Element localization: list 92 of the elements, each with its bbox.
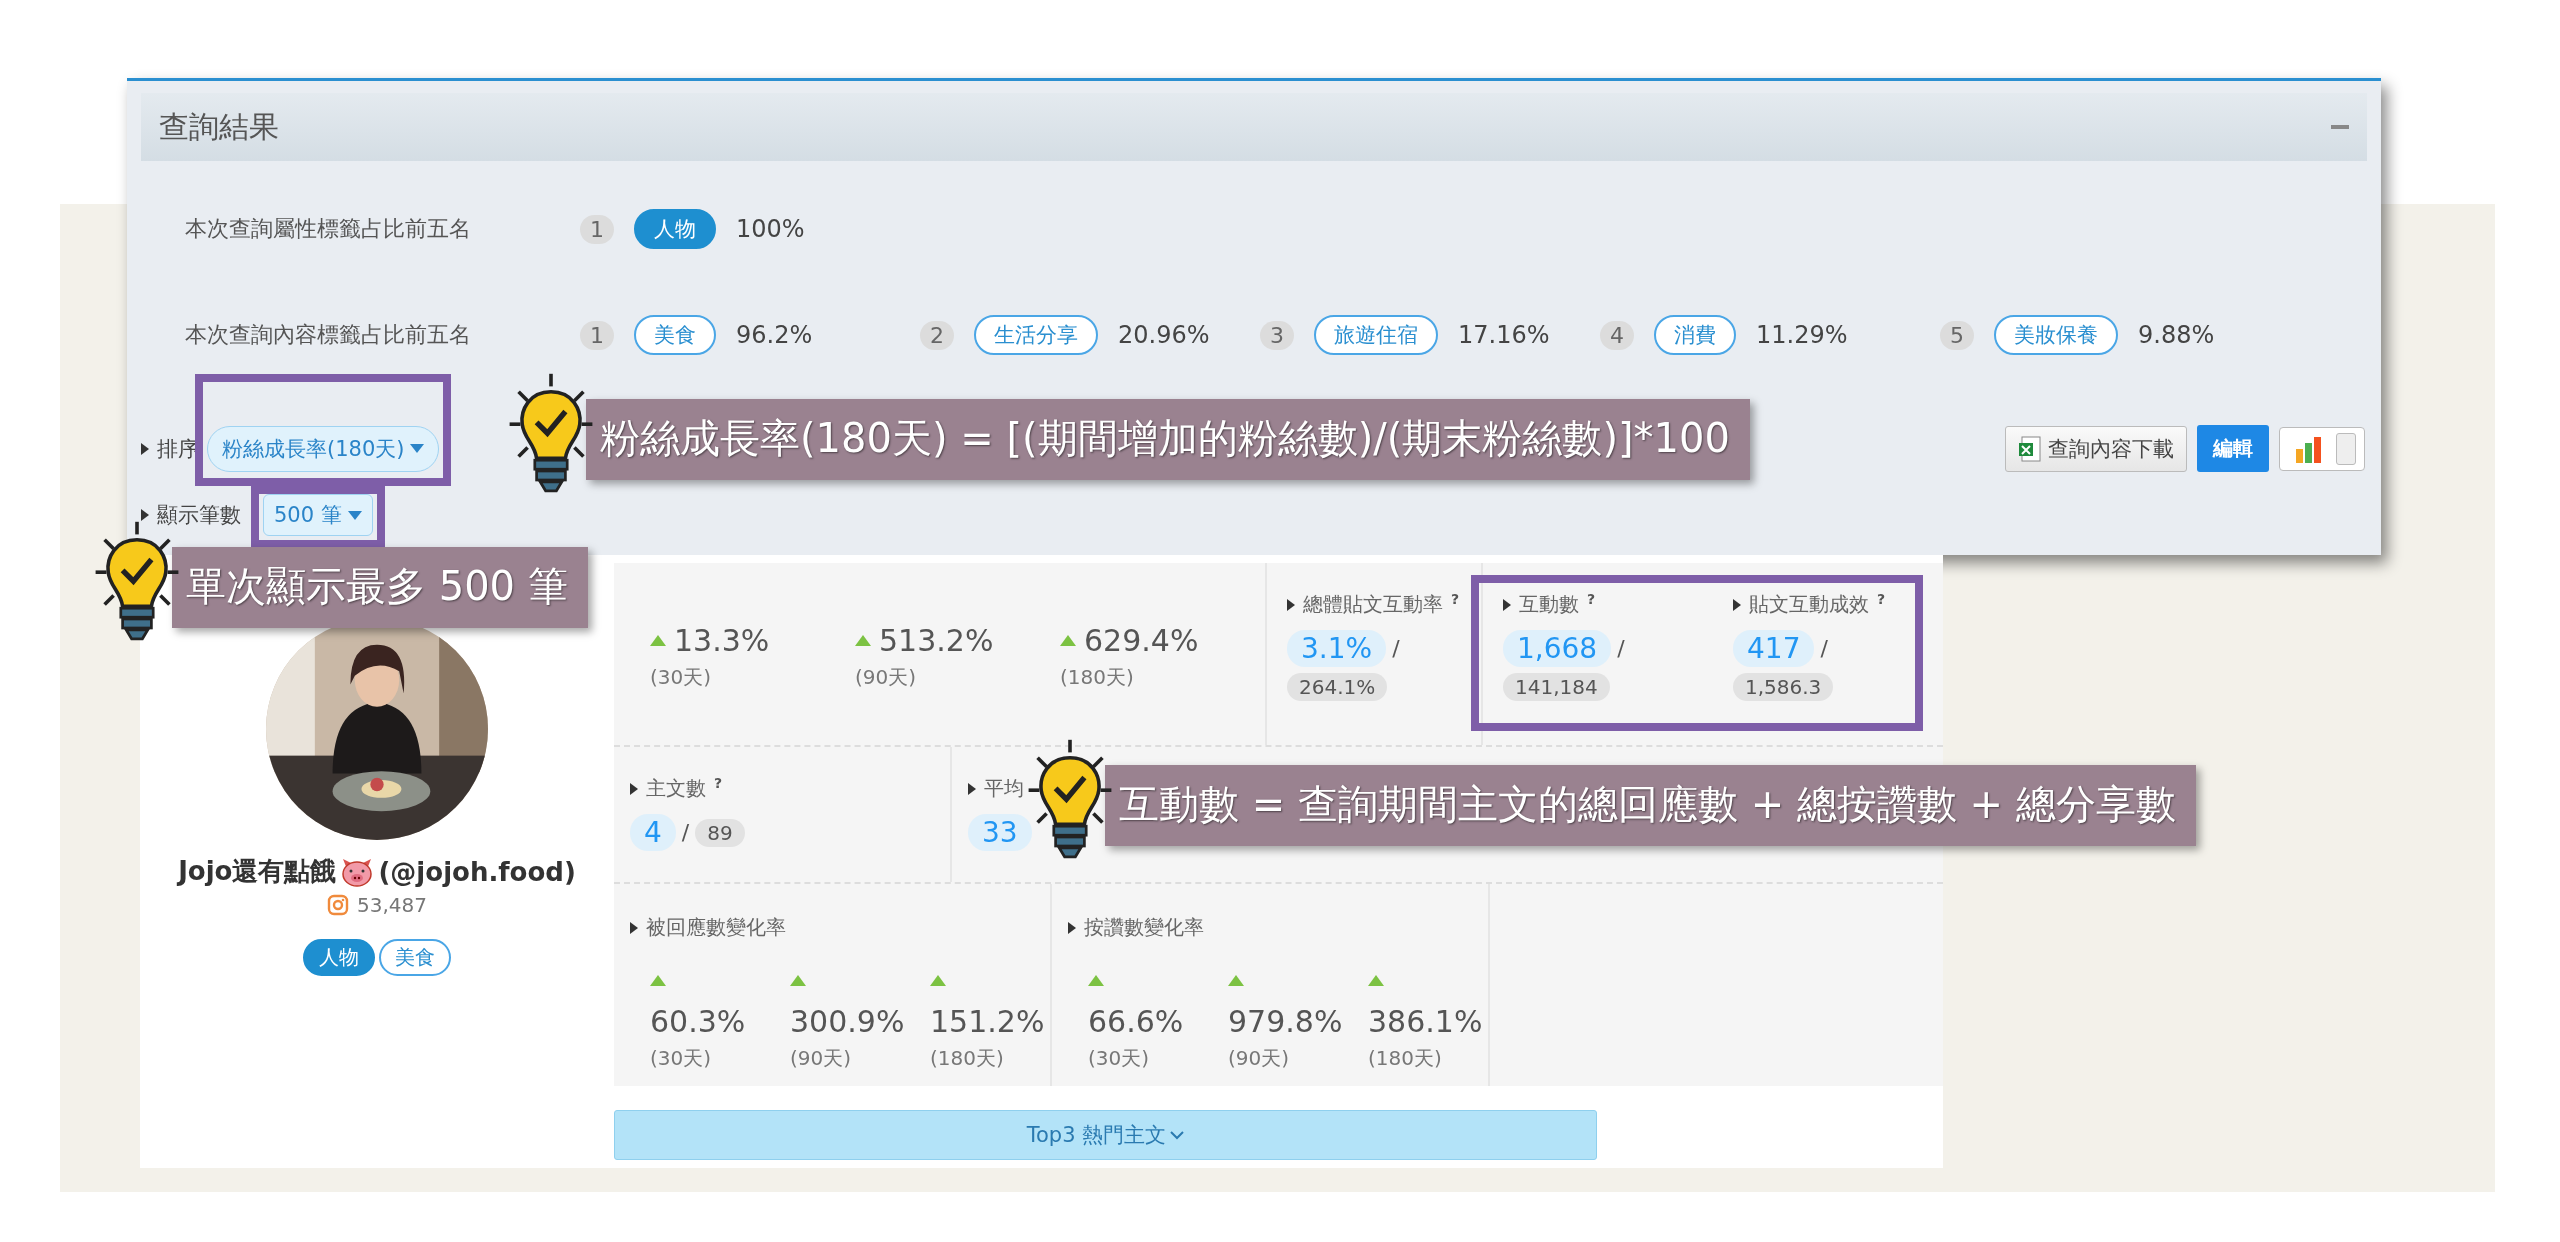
period-label: (30天) (1088, 1045, 1151, 1072)
slash: / (1820, 636, 1828, 661)
caret-icon (1503, 598, 1511, 611)
period-label: (30天) (650, 664, 713, 691)
growth-value: 629.4% (1084, 623, 1199, 658)
metric-label: 總體貼文互動率 (1303, 591, 1443, 618)
tag-chip: 生活分享 (974, 315, 1098, 355)
help-mark[interactable]: ? (1587, 591, 1596, 607)
rank-number: 2 (920, 320, 954, 350)
growth-value: 13.3% (674, 623, 770, 658)
caret-icon (347, 510, 362, 520)
share-percent: 20.96% (1118, 321, 1210, 349)
change-value: 151.2% (930, 1004, 1045, 1039)
chart-toggle[interactable] (2279, 426, 2365, 471)
metric-label: 互動數 (1519, 591, 1579, 618)
sort-dropdown[interactable]: 粉絲成長率(180天) (207, 425, 440, 472)
change-value: 60.3% (650, 1004, 746, 1039)
chevron-down-icon (1170, 1130, 1185, 1140)
share-percent: 11.29% (1756, 321, 1848, 349)
rank-number: 3 (1260, 320, 1294, 350)
share-percent: 96.2% (736, 321, 813, 349)
rank-number: 5 (1940, 320, 1974, 350)
follower-count: 53,487 (357, 893, 427, 917)
edit-button[interactable]: 編輯 (2197, 425, 2269, 472)
share-percent: 100% (736, 215, 805, 243)
caret-icon (141, 509, 149, 521)
share-percent: 17.16% (1458, 321, 1550, 349)
slash: / (681, 820, 690, 845)
period-label: (180天) (930, 1045, 1005, 1072)
tag-chip: 消費 (1654, 315, 1736, 355)
slash: / (1392, 636, 1400, 661)
help-mark[interactable]: ? (1877, 591, 1886, 607)
ranking-label: 本次查詢屬性標籤占比前五名 (185, 215, 472, 243)
metric-label: 平均 (984, 775, 1024, 802)
account-name: Jojo還有點餓 (178, 855, 337, 888)
metric-value: 33 (968, 814, 1032, 851)
caret-icon (630, 782, 638, 795)
caret-icon (968, 782, 976, 795)
change-value: 386.1% (1368, 1004, 1483, 1039)
period-label: (30天) (650, 1045, 713, 1072)
caret-icon (1287, 598, 1295, 611)
panel-title: 查詢結果 (159, 107, 279, 146)
tag-chip: 人物 (303, 939, 375, 976)
callout-note: 單次顯示最多 500 筆 (172, 547, 588, 628)
metric-label: 被回應數變化率 (646, 914, 786, 941)
pig-icon (340, 856, 375, 887)
period-label: (90天) (855, 664, 918, 691)
caret-icon (410, 444, 425, 453)
tag-chip: 美食 (379, 939, 451, 976)
metric-value: 1,668 (1503, 630, 1612, 667)
metric-label: 按讚數變化率 (1084, 914, 1204, 941)
rank-number: 4 (1600, 320, 1634, 350)
help-mark[interactable]: ? (714, 775, 723, 791)
metric-label: 貼文互動成效 (1749, 591, 1869, 618)
metric-label: 主文數 (646, 775, 706, 802)
ranking-label: 本次查詢內容標籤占比前五名 (185, 321, 472, 349)
change-value: 300.9% (790, 1004, 905, 1039)
callout-note: 互動數 = 查詢期間主文的總回應數 + 總按讚數 + 總分享數 (1105, 765, 2196, 846)
share-percent: 9.88% (2138, 321, 2215, 349)
instagram-icon (327, 894, 349, 916)
average-value: 264.1% (1287, 673, 1388, 701)
rank-number: 1 (580, 320, 614, 350)
tag-chip: 美食 (634, 315, 716, 355)
period-label: (90天) (1228, 1045, 1291, 1072)
average-value: 141,184 (1503, 673, 1610, 701)
tag-chip: 人物 (634, 209, 716, 249)
slash: / (1617, 636, 1625, 661)
rank-number: 1 (580, 214, 614, 244)
change-value: 66.6% (1088, 1004, 1184, 1039)
tag-chip: 美妝保養 (1994, 315, 2118, 355)
account-handle: (@jojoh.food) (378, 856, 576, 887)
period-label: (180天) (1368, 1045, 1443, 1072)
download-button[interactable]: 查詢內容下載 (2005, 425, 2187, 472)
tag-chip: 旅遊住宿 (1314, 315, 1438, 355)
total-value: 89 (695, 818, 745, 847)
help-mark[interactable]: ? (1451, 591, 1460, 607)
change-value: 979.8% (1228, 1004, 1343, 1039)
metric-value: 3.1% (1287, 630, 1387, 667)
period-label: (180天) (1060, 664, 1135, 691)
bar-chart-icon (2294, 434, 2324, 463)
caret-icon (141, 442, 149, 455)
caret-icon (1733, 598, 1741, 611)
growth-value: 513.2% (879, 623, 994, 658)
metric-value: 4 (630, 814, 676, 851)
average-value: 1,586.3 (1733, 673, 1834, 701)
metric-value: 417 (1733, 630, 1815, 667)
period-label: (90天) (790, 1045, 853, 1072)
spreadsheet-icon (2018, 435, 2042, 462)
caret-icon (1068, 921, 1076, 934)
caret-icon (630, 921, 638, 934)
callout-note: 粉絲成長率(180天) = [(期間增加的粉絲數)/(期末粉絲數)]*100 (586, 399, 1750, 480)
page-size-label: 顯示筆數 (157, 502, 241, 529)
